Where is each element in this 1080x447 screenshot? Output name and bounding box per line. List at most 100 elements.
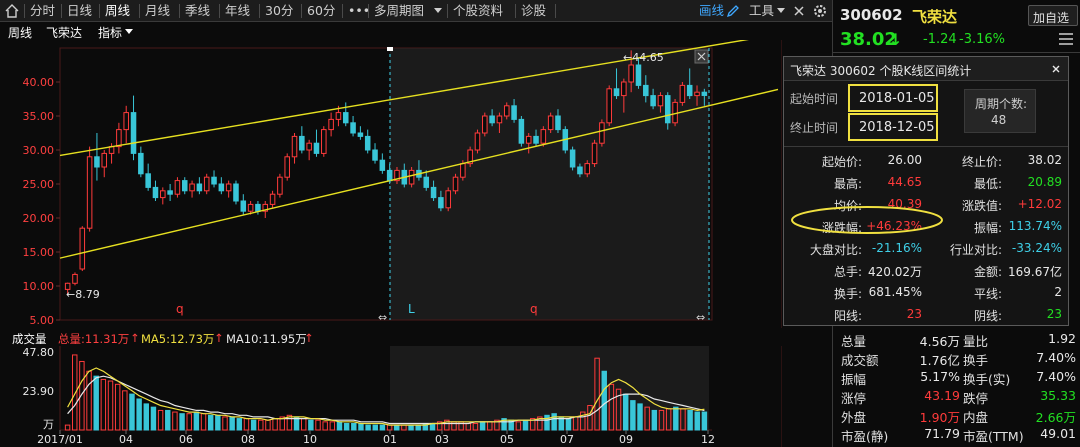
volume-y-tick-label: 万 bbox=[43, 418, 54, 431]
candle-body bbox=[379, 159, 386, 171]
volume-bar bbox=[622, 393, 629, 431]
candle-body bbox=[167, 190, 173, 195]
start-time-field[interactable]: 2018-01-05 bbox=[848, 84, 938, 112]
candle-body bbox=[247, 203, 254, 212]
toolbar-divider bbox=[99, 4, 100, 18]
gear-icon[interactable] bbox=[812, 3, 828, 19]
x-tick-label: 05 bbox=[500, 433, 514, 446]
tab-daily[interactable]: 日线 bbox=[67, 2, 92, 20]
multi-period-button[interactable]: 多周期图 bbox=[374, 2, 424, 20]
stat-label: 换手: bbox=[833, 287, 862, 301]
tab-intraday[interactable]: 分时 bbox=[30, 2, 55, 20]
volume-bar bbox=[143, 403, 150, 431]
x-tick-label: 10 bbox=[303, 433, 317, 446]
draw-line-button[interactable]: 画线 bbox=[699, 2, 724, 20]
x-tick-label: 12 bbox=[701, 433, 715, 446]
chevron-down-icon[interactable] bbox=[125, 29, 133, 35]
quote-stat-value: 5.17% bbox=[920, 369, 960, 384]
end-time-field[interactable]: 2018-12-05 bbox=[848, 113, 938, 141]
tab-yearly[interactable]: 年线 bbox=[225, 2, 250, 20]
volume-header: 成交量 总量:11.31万 ↑ MA5:12.73万 ↑ MA10:11.95万… bbox=[0, 330, 782, 346]
volume-bar bbox=[72, 354, 78, 431]
volume-bar bbox=[394, 424, 400, 431]
candle-body bbox=[628, 64, 634, 83]
volume-bar bbox=[100, 378, 107, 431]
volume-chart[interactable]: 47.8047.8023.9023.90万万2017/0104060810010… bbox=[0, 346, 782, 447]
indicator-menu[interactable]: 指标 bbox=[98, 24, 122, 41]
arrow-up-icon: ↑ bbox=[214, 331, 224, 345]
candle-body bbox=[255, 203, 261, 212]
tab-monthly[interactable]: 月线 bbox=[145, 2, 170, 20]
volume-bar bbox=[250, 419, 257, 431]
tab-60min[interactable]: 60分 bbox=[307, 2, 335, 20]
end-time-value: 2018-12-05 bbox=[859, 120, 935, 135]
stat-label: 金额: bbox=[973, 265, 1002, 279]
add-watchlist-button[interactable]: 加自选 bbox=[1028, 5, 1078, 26]
drag-handle-icon[interactable]: ⇔ bbox=[378, 311, 387, 324]
volume-bar bbox=[415, 424, 421, 431]
volume-bar bbox=[165, 409, 171, 431]
close-icon[interactable] bbox=[1050, 63, 1062, 75]
stock-profile-button[interactable]: 个股资料 bbox=[453, 2, 503, 20]
stat-value: 23 bbox=[906, 307, 922, 321]
candle-body bbox=[203, 176, 210, 192]
volume-bar bbox=[64, 424, 71, 431]
home-icon[interactable] bbox=[4, 3, 20, 19]
candle-body bbox=[613, 88, 620, 97]
candle-body bbox=[599, 122, 605, 144]
stat-value: 420.02万 bbox=[868, 265, 922, 279]
candle-body bbox=[408, 169, 415, 185]
y-tick-label: 15.00 bbox=[23, 246, 55, 259]
volume-bar bbox=[186, 413, 192, 431]
candle-body bbox=[86, 156, 93, 229]
more-periods-button[interactable]: ••• bbox=[348, 2, 370, 20]
candle-body bbox=[321, 129, 327, 154]
quote-stat-label: 换手 bbox=[963, 353, 989, 368]
volume-bar bbox=[673, 406, 679, 431]
volume-bar bbox=[136, 398, 142, 431]
stat-value: +12.02 bbox=[1017, 197, 1062, 211]
tab-weekly[interactable]: 周线 bbox=[105, 2, 130, 20]
toolbar-divider bbox=[555, 4, 556, 18]
chevron-down-icon[interactable] bbox=[777, 8, 785, 14]
close-icon[interactable] bbox=[792, 3, 806, 19]
diagnose-button[interactable]: 诊股 bbox=[521, 2, 546, 20]
toolbar-divider bbox=[259, 4, 260, 18]
candlestick-chart[interactable]: 40.00 35.00 30.00 25.00 20.00 15.00 10.00 5.00 ←… bbox=[0, 40, 782, 328]
selected-interval-shade bbox=[390, 48, 709, 320]
interval-marker: q bbox=[530, 302, 538, 316]
volume-bar bbox=[215, 414, 221, 431]
toolbar-divider bbox=[139, 4, 140, 18]
candle-body bbox=[547, 115, 554, 131]
chart-subheader: 周线 飞荣达 指标 bbox=[0, 22, 782, 40]
x-tick-label: 03 bbox=[435, 433, 449, 446]
period-label: 周线 bbox=[8, 26, 33, 40]
stock-name: 飞荣达 bbox=[912, 8, 958, 26]
stat-label: 大盘对比: bbox=[809, 243, 862, 257]
candle-body bbox=[328, 118, 334, 131]
drag-handle-icon[interactable]: ⇔ bbox=[696, 311, 705, 324]
period-toolbar: 分时 日线 周线 月线 季线 年线 30分 60分 ••• 多周期图 个股资料 … bbox=[0, 0, 832, 22]
candle-body bbox=[445, 190, 451, 209]
quote-stat-value: 7.40% bbox=[1036, 350, 1076, 365]
interval-start-handle[interactable] bbox=[387, 47, 393, 51]
candle-body bbox=[606, 88, 612, 124]
tab-30min[interactable]: 30分 bbox=[265, 2, 293, 20]
volume-bar bbox=[243, 418, 250, 431]
tools-menu[interactable]: 工具 bbox=[749, 2, 774, 20]
quote-stat-value: 49.01 bbox=[1040, 426, 1076, 441]
chevron-down-icon[interactable] bbox=[434, 8, 442, 14]
pencil-icon[interactable] bbox=[726, 4, 740, 18]
candle-body bbox=[430, 186, 437, 199]
tab-quarterly[interactable]: 季线 bbox=[185, 2, 210, 20]
candle-body bbox=[277, 176, 283, 195]
stat-value: 113.74% bbox=[1008, 219, 1062, 233]
x-tick-label: 09 bbox=[619, 433, 633, 446]
x-tick-label: 01 bbox=[383, 433, 397, 446]
candle-body bbox=[584, 163, 591, 175]
menu-icon[interactable] bbox=[1057, 32, 1075, 46]
volume-bar bbox=[343, 422, 350, 431]
candle-body bbox=[79, 227, 86, 270]
candle-body bbox=[357, 132, 364, 137]
stat-label: 振幅: bbox=[973, 221, 1002, 235]
